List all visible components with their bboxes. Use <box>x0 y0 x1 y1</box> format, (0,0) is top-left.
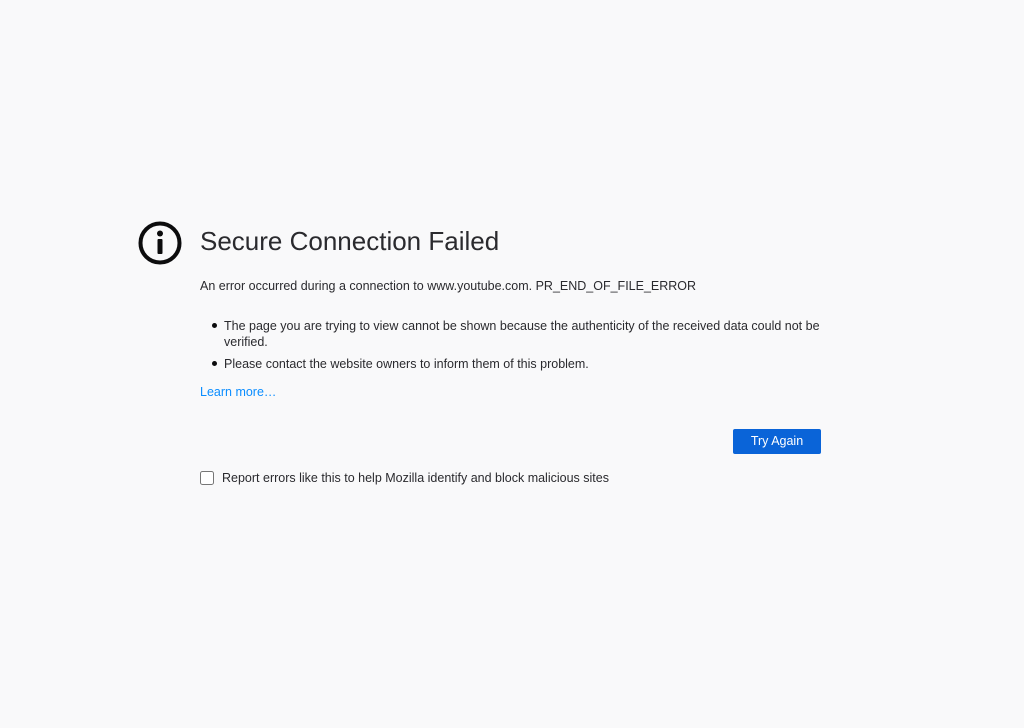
bullet-icon <box>212 323 217 328</box>
error-detail-item: Please contact the website owners to inf… <box>200 356 820 372</box>
report-errors-row: Report errors like this to help Mozilla … <box>200 469 609 487</box>
report-errors-label[interactable]: Report errors like this to help Mozilla … <box>222 470 609 486</box>
page-title: Secure Connection Failed <box>200 226 500 256</box>
error-short-description: An error occurred during a connection to… <box>200 279 697 293</box>
error-detail-text: Please contact the website owners to inf… <box>224 357 589 371</box>
error-detail-text: The page you are trying to view cannot b… <box>224 319 820 349</box>
error-details-list: The page you are trying to view cannot b… <box>200 318 820 378</box>
try-again-button[interactable]: Try Again <box>733 429 821 454</box>
bullet-icon <box>212 361 217 366</box>
error-page: Secure Connection Failed An error occurr… <box>0 0 1024 728</box>
learn-more-link[interactable]: Learn more… <box>200 384 276 400</box>
report-errors-checkbox[interactable] <box>200 471 214 485</box>
info-icon <box>138 221 182 265</box>
error-detail-item: The page you are trying to view cannot b… <box>200 318 820 350</box>
